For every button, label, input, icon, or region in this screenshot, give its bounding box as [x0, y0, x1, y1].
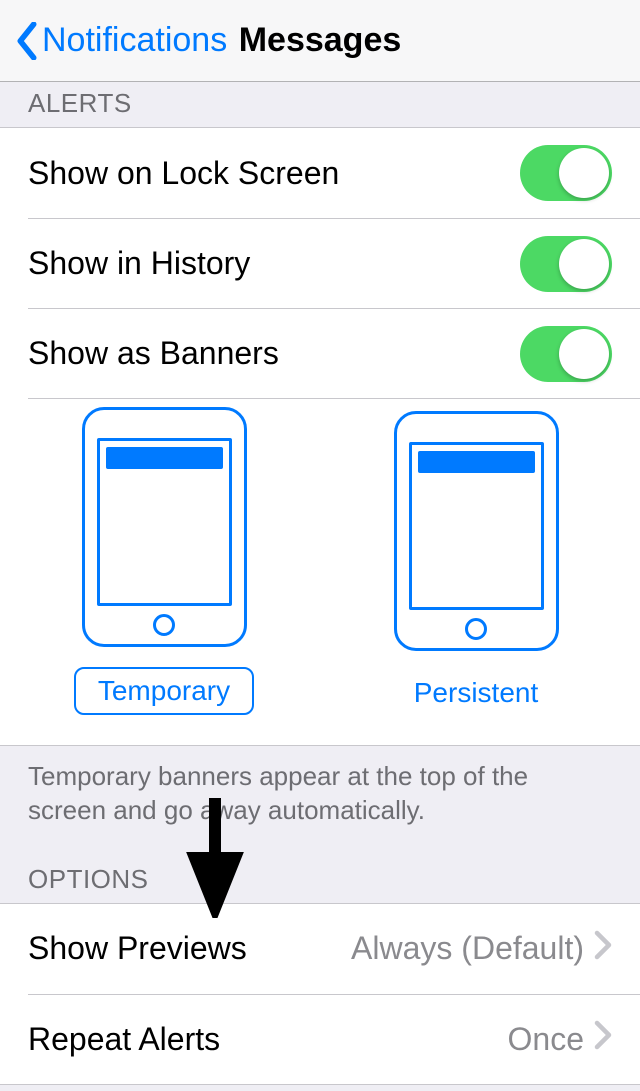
toggle-lock-screen[interactable] [520, 145, 612, 201]
back-label: Notifications [42, 21, 227, 60]
row-value: Always (Default) [351, 930, 584, 967]
section-footer-alerts: Temporary banners appear at the top of t… [0, 746, 640, 858]
row-label: Show on Lock Screen [28, 155, 339, 192]
row-banners[interactable]: Show as Banners [28, 308, 640, 398]
banner-style-label: Persistent [392, 671, 561, 715]
back-button[interactable]: Notifications [14, 21, 227, 60]
row-show-previews[interactable]: Show Previews Always (Default) [0, 904, 640, 994]
banner-style-persistent[interactable]: Persistent [340, 411, 612, 715]
chevron-right-icon [594, 930, 612, 968]
banner-style-temporary[interactable]: Temporary [28, 407, 300, 715]
chevron-right-icon [594, 1020, 612, 1058]
options-group: Show Previews Always (Default) Repeat Al… [0, 903, 640, 1085]
row-label: Show as Banners [28, 335, 279, 372]
row-value: Once [508, 1021, 584, 1058]
banner-style-row: Temporary Persistent [28, 398, 640, 745]
row-repeat-alerts[interactable]: Repeat Alerts Once [28, 994, 640, 1084]
row-label: Show in History [28, 245, 250, 282]
page-title: Messages [239, 21, 402, 60]
row-label: Show Previews [28, 930, 247, 967]
row-lock-screen[interactable]: Show on Lock Screen [0, 128, 640, 218]
row-history[interactable]: Show in History [28, 218, 640, 308]
row-label: Repeat Alerts [28, 1021, 220, 1058]
chevron-left-icon [14, 22, 40, 60]
nav-bar: Notifications Messages [0, 0, 640, 82]
banner-style-label: Temporary [74, 667, 254, 715]
phone-illustration-icon [394, 411, 559, 651]
toggle-banners[interactable] [520, 326, 612, 382]
section-header-alerts: ALERTS [0, 82, 640, 127]
section-header-options: OPTIONS [0, 858, 640, 903]
alerts-group: Show on Lock Screen Show in History Show… [0, 127, 640, 746]
toggle-history[interactable] [520, 236, 612, 292]
phone-illustration-icon [82, 407, 247, 647]
